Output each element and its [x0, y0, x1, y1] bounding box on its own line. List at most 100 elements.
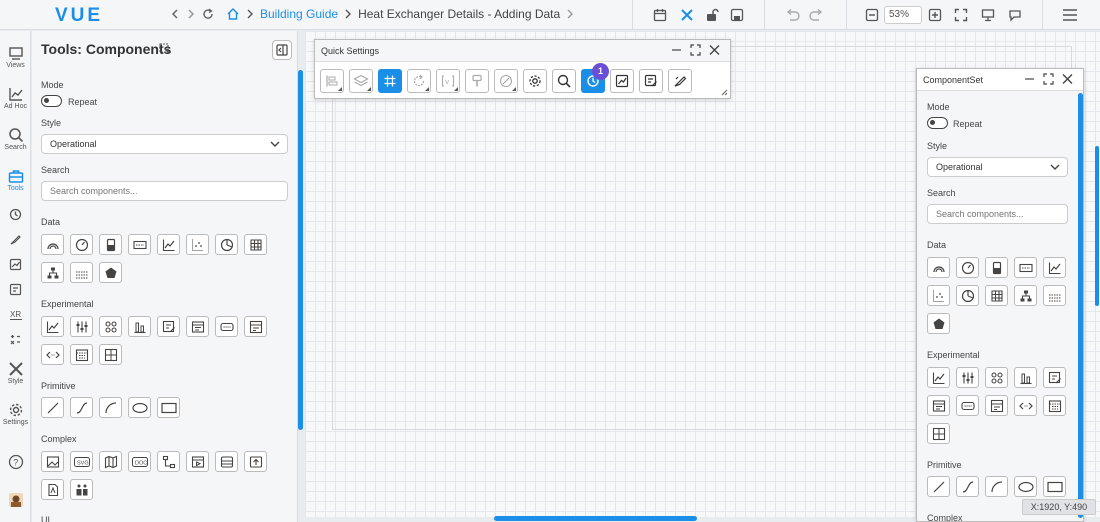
- widget-gallery-icon[interactable]: [70, 479, 93, 500]
- search-icon[interactable]: [552, 69, 576, 93]
- canvas-horizontal-scrollbar[interactable]: [494, 516, 697, 521]
- area-chart-icon[interactable]: [927, 367, 950, 388]
- minimize-icon[interactable]: [671, 44, 682, 56]
- back-icon[interactable]: [170, 8, 180, 20]
- forward-icon[interactable]: [186, 8, 196, 20]
- rail-item-user[interactable]: [0, 491, 31, 509]
- fit-screen-icon[interactable]: [951, 5, 971, 25]
- image-icon[interactable]: [41, 451, 64, 472]
- arc-icon[interactable]: [99, 397, 122, 418]
- network-icon[interactable]: [985, 367, 1008, 388]
- sparkline-icon[interactable]: [70, 262, 93, 283]
- rail-item-help[interactable]: ?: [0, 454, 31, 470]
- collapse-panel-button[interactable]: [272, 40, 292, 60]
- edit-note-icon[interactable]: [157, 316, 180, 337]
- zoom-in-icon[interactable]: [925, 5, 945, 25]
- flow-icon[interactable]: [157, 451, 180, 472]
- repeat-toggle[interactable]: [927, 117, 948, 129]
- scatter-chart-icon[interactable]: [927, 285, 950, 306]
- component-set-header[interactable]: ComponentSet: [917, 69, 1083, 91]
- rail-item-search[interactable]: Search: [0, 127, 31, 151]
- edit-note-icon[interactable]: [1043, 367, 1066, 388]
- rail-item-notes[interactable]: [0, 283, 31, 296]
- gauge-icon[interactable]: [70, 234, 93, 255]
- doc-icon[interactable]: DOC: [128, 451, 151, 472]
- repeat-toggle[interactable]: [41, 95, 62, 107]
- align-icon[interactable]: [320, 69, 344, 93]
- refresh-icon[interactable]: [202, 8, 214, 20]
- radar-chart-icon[interactable]: [99, 262, 122, 283]
- network-icon[interactable]: [99, 316, 122, 337]
- form-icon[interactable]: [985, 395, 1008, 416]
- line-icon[interactable]: [41, 397, 64, 418]
- table-grid-icon[interactable]: [244, 234, 267, 255]
- radial-gauge-icon[interactable]: [41, 234, 64, 255]
- rail-item-variables[interactable]: [0, 333, 31, 346]
- html-block-icon[interactable]: [956, 395, 979, 416]
- sliders-icon[interactable]: [956, 367, 979, 388]
- rail-item-style[interactable]: Style: [0, 361, 31, 385]
- dashboard-icon[interactable]: [927, 423, 950, 444]
- minimize-icon[interactable]: [1024, 73, 1035, 85]
- pdf-icon[interactable]: [41, 479, 64, 500]
- rail-item-tools[interactable]: Tools: [0, 168, 31, 192]
- format-painter-icon[interactable]: [465, 69, 489, 93]
- no-edit-icon[interactable]: [494, 69, 518, 93]
- rotate-icon[interactable]: [407, 69, 431, 93]
- radial-gauge-icon[interactable]: [927, 257, 950, 278]
- search-components-input[interactable]: [927, 204, 1068, 224]
- video-icon[interactable]: [186, 451, 209, 472]
- canvas-vertical-scrollbar[interactable]: [1095, 146, 1099, 306]
- curve-icon[interactable]: [70, 397, 93, 418]
- redo-icon[interactable]: [806, 5, 826, 25]
- hierarchy-icon[interactable]: [41, 262, 64, 283]
- comments-icon[interactable]: [1005, 5, 1025, 25]
- tank-icon[interactable]: [99, 234, 122, 255]
- rail-item-trend[interactable]: [0, 258, 31, 271]
- variable-icon[interactable]: v: [436, 69, 460, 93]
- notes-icon[interactable]: [639, 69, 663, 93]
- presentation-icon[interactable]: [978, 5, 998, 25]
- rail-item-views[interactable]: Views: [0, 45, 31, 69]
- unlock-icon[interactable]: [702, 5, 722, 25]
- bar-chart-icon[interactable]: [1014, 367, 1037, 388]
- sliders-icon[interactable]: [70, 316, 93, 337]
- breadcrumb-building-guide[interactable]: Building Guide: [260, 7, 338, 21]
- calendar-grid-icon[interactable]: [1043, 395, 1066, 416]
- svg-icon[interactable]: SVG: [70, 451, 93, 472]
- zoom-out-icon[interactable]: [862, 5, 882, 25]
- rail-item-settings[interactable]: Settings: [0, 402, 31, 426]
- curve-icon[interactable]: [956, 476, 979, 497]
- tools-icon[interactable]: [677, 5, 697, 25]
- grid-snap-icon[interactable]: [378, 69, 402, 93]
- rail-item-history[interactable]: [0, 208, 31, 221]
- tools-panel-scrollbar[interactable]: [298, 70, 303, 430]
- zoom-level[interactable]: 53%: [884, 6, 922, 24]
- style-select[interactable]: Operational: [927, 157, 1068, 177]
- map-icon[interactable]: [99, 451, 122, 472]
- calendar-grid-icon[interactable]: [70, 344, 93, 365]
- calendar-icon[interactable]: [650, 5, 670, 25]
- markup-icon[interactable]: [668, 69, 692, 93]
- maximize-icon[interactable]: [1043, 73, 1054, 85]
- tank-icon[interactable]: [985, 257, 1008, 278]
- layers-icon[interactable]: [349, 69, 373, 93]
- close-icon[interactable]: [1062, 73, 1073, 85]
- style-select[interactable]: Operational: [41, 134, 288, 154]
- rectangle-icon[interactable]: [1043, 476, 1066, 497]
- ellipse-icon[interactable]: [128, 397, 151, 418]
- hierarchy-icon[interactable]: [1014, 285, 1037, 306]
- resize-handle-icon[interactable]: [721, 89, 728, 96]
- save-icon[interactable]: [727, 5, 747, 25]
- rectangle-icon[interactable]: [157, 397, 180, 418]
- search-components-input[interactable]: [41, 181, 288, 201]
- hamburger-menu-icon[interactable]: [1060, 5, 1080, 25]
- pie-chart-icon[interactable]: [956, 285, 979, 306]
- quick-settings-header[interactable]: Quick Settings: [315, 40, 730, 62]
- gauge-icon[interactable]: [956, 257, 979, 278]
- dashboard-icon[interactable]: [99, 344, 122, 365]
- trend-icon[interactable]: [610, 69, 634, 93]
- html-block-icon[interactable]: [215, 316, 238, 337]
- radar-chart-icon[interactable]: [927, 313, 950, 334]
- value-display-icon[interactable]: [128, 234, 151, 255]
